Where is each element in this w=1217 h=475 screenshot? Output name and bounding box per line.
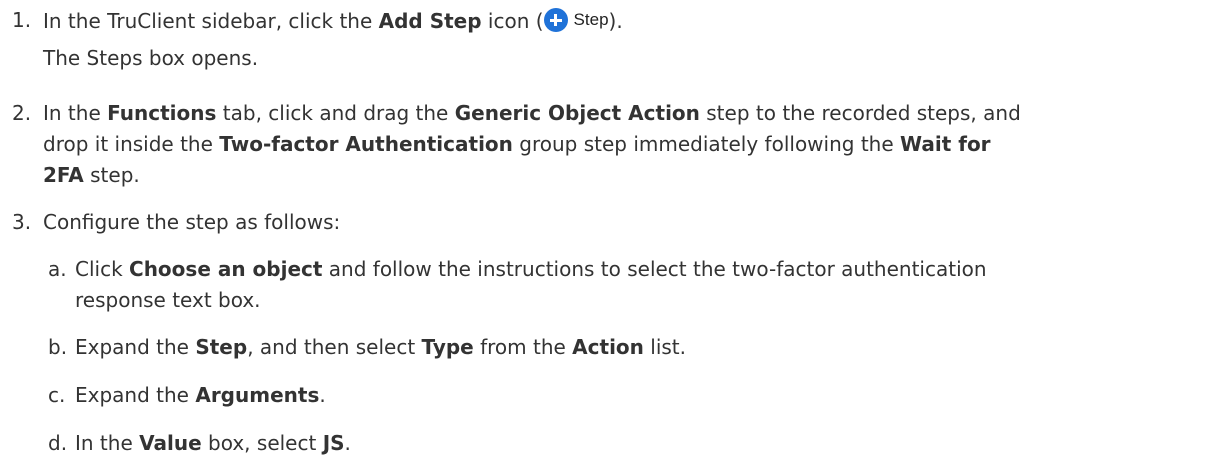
text-run: Expand the xyxy=(75,383,196,407)
substep-letter: b. xyxy=(48,335,68,359)
text-run: In the xyxy=(75,431,140,455)
ui-term: Generic Object Action xyxy=(454,101,700,125)
step-2-line: In the Functions tab, click and drag the… xyxy=(43,99,1021,127)
text-run: . xyxy=(319,383,326,407)
substep-a-line: response text box. xyxy=(75,288,261,312)
ui-term: Action xyxy=(572,335,644,359)
substep-a-line: Click Choose an object and follow the in… xyxy=(75,255,987,283)
text-run: list. xyxy=(643,335,686,359)
text-run: Expand the xyxy=(75,335,196,359)
step-number: 2. xyxy=(12,101,32,125)
substep-d-text: In the Value box, select JS. xyxy=(75,429,351,457)
text-run: from the xyxy=(473,335,573,359)
add-step-icon: Step xyxy=(543,6,609,34)
ui-term: Two-factor Authentication xyxy=(219,132,513,156)
substep-c-text: Expand the Arguments. xyxy=(75,381,326,409)
substep-letter: d. xyxy=(48,431,68,455)
text-run: tab, click and drag the xyxy=(216,101,455,125)
text-run: step to the recorded steps, and xyxy=(699,101,1021,125)
step-number: 1. xyxy=(12,8,32,32)
ui-term: Step xyxy=(195,335,248,359)
text-run: , and then select xyxy=(247,335,422,359)
text-run: In the xyxy=(43,101,108,125)
ui-term: Choose an object xyxy=(129,257,323,281)
text-run: drop it inside the xyxy=(43,132,220,156)
text-run: and follow the instructions to select th… xyxy=(322,257,987,281)
text-run: In the TruClient sidebar, click the xyxy=(43,9,379,33)
ui-term: 2FA xyxy=(43,163,84,187)
step-number: 3. xyxy=(12,210,32,234)
icon-label: Step xyxy=(573,10,609,29)
plus-circle-icon xyxy=(543,8,568,32)
step-2-line: drop it inside the Two-factor Authentica… xyxy=(43,130,991,158)
step-1-result: The Steps box opens. xyxy=(43,46,259,70)
text-run: Click xyxy=(75,257,130,281)
substep-letter: c. xyxy=(48,383,66,407)
text-run: step. xyxy=(83,163,140,187)
text-run: ). xyxy=(608,9,623,33)
text-run: . xyxy=(344,431,351,455)
ui-term: Value xyxy=(139,431,202,455)
text-run: icon ( xyxy=(481,9,544,33)
step-3-text: Configure the step as follows: xyxy=(43,210,341,234)
step-2-line: 2FA step. xyxy=(43,161,140,189)
step-1-text: In the TruClient sidebar, click the Add … xyxy=(43,6,623,35)
substep-b-text: Expand the Step, and then select Type fr… xyxy=(75,333,686,361)
text-run: box, select xyxy=(201,431,323,455)
ui-term: Functions xyxy=(107,101,217,125)
ui-term: Add Step xyxy=(378,9,482,33)
ui-term: Arguments xyxy=(195,383,320,407)
instruction-list: 1. In the TruClient sidebar, click the A… xyxy=(0,0,1217,475)
text-run: group step immediately following the xyxy=(512,132,901,156)
ui-term: JS xyxy=(322,431,345,455)
ui-term: Type xyxy=(421,335,474,359)
ui-term: Wait for xyxy=(900,132,991,156)
substep-letter: a. xyxy=(48,257,67,281)
